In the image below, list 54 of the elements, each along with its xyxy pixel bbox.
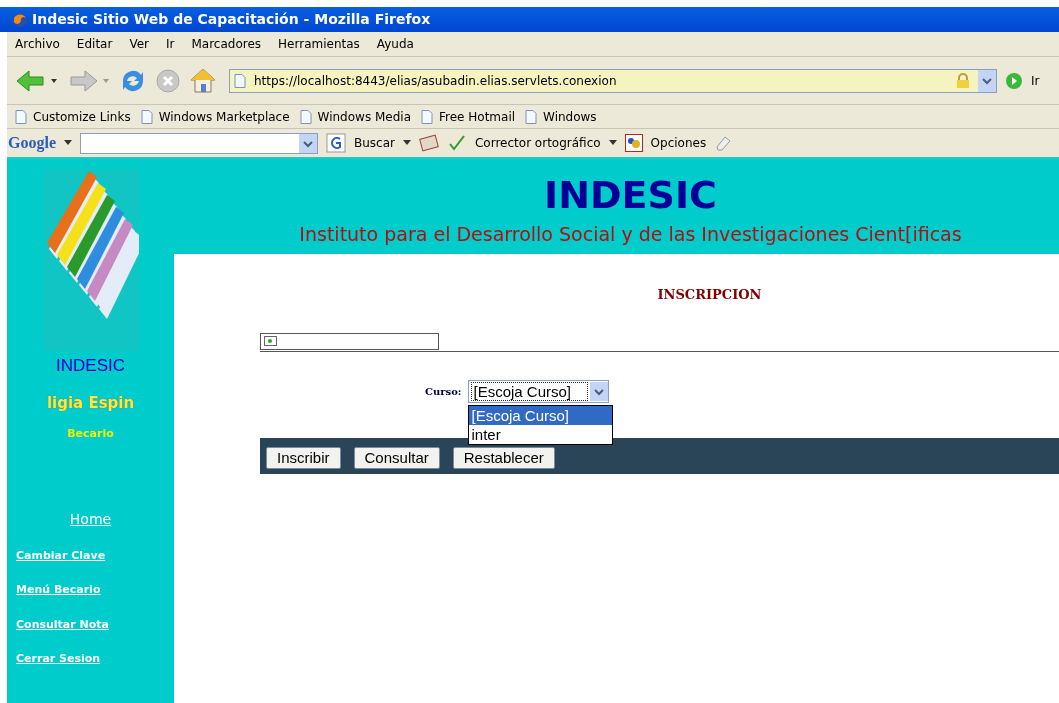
caret-icon[interactable] (64, 140, 72, 146)
window-title: Indesic Sitio Web de Capacitación - Mozilla Firefox (32, 10, 431, 29)
menu-item[interactable]: Ver (129, 35, 149, 53)
google-search-field[interactable] (80, 132, 318, 154)
go-icon[interactable] (1005, 71, 1023, 90)
page-icon (140, 109, 153, 124)
search-button[interactable]: Buscar (354, 134, 395, 152)
course-select[interactable]: [Escoja Curso] (467, 380, 609, 403)
menu-item[interactable]: Marcadores (191, 35, 262, 53)
eraser-icon[interactable] (714, 134, 733, 152)
form-button[interactable]: Consultar (353, 446, 440, 469)
stop-icon[interactable] (155, 67, 181, 94)
user-role: Becario (67, 426, 114, 442)
form-heading: INSCRIPCION (657, 286, 762, 304)
options-icon[interactable] (624, 134, 643, 152)
page-icon (299, 109, 312, 124)
logo-caption: INDESIC (56, 355, 125, 377)
address-bar[interactable]: https://localhost:8443/elias/asubadin.elias.servlets.conexion (229, 68, 997, 93)
caret-icon[interactable] (608, 140, 617, 146)
bookmark-link[interactable]: Windows (543, 107, 597, 126)
go-button[interactable]: Ir (1031, 71, 1040, 90)
spellcheck-icon[interactable] (447, 134, 467, 152)
user-name: ligia Espin (46, 392, 135, 414)
google-g-icon[interactable] (326, 133, 346, 153)
form-button[interactable]: Inscribir (266, 446, 341, 469)
dropdown-option[interactable]: inter (468, 425, 612, 444)
course-label: Curso: (425, 385, 462, 399)
url-text: https://localhost:8443/elias/asubadin.elias.servlets.conexion (254, 72, 618, 90)
site-subtitle: Instituto para el Desarrollo Social y de las Investigaciones Cient[ificas (299, 222, 962, 247)
menu-item[interactable]: Archivo (15, 35, 60, 53)
lock-icon (956, 72, 970, 89)
site-title: INDESIC (544, 174, 717, 216)
menu-item[interactable]: Herramientas (278, 35, 360, 53)
caret-icon[interactable] (403, 140, 411, 146)
back-arrow-icon[interactable] (15, 68, 59, 93)
menu-item[interactable]: Ir (166, 35, 175, 53)
form-button[interactable]: Restablecer (452, 446, 555, 469)
page-icon (421, 109, 433, 124)
bookmark-link[interactable]: Windows Media (317, 107, 411, 126)
home-icon[interactable] (189, 66, 217, 95)
page-icon (15, 109, 27, 124)
spellcheck-button[interactable]: Corrector ortográfico (475, 134, 601, 152)
bookmark-link[interactable]: Windows Marketplace (158, 107, 290, 126)
page-icon (234, 73, 246, 88)
bookmark-link[interactable]: Customize Links (33, 107, 131, 126)
dropdown-option[interactable]: [Escoja Curso] (468, 406, 612, 425)
google-logo[interactable]: Google (8, 131, 56, 155)
page-icon (525, 109, 538, 124)
menu-item[interactable]: Ayuda (376, 35, 414, 53)
broken-image-icon (264, 336, 278, 346)
options-button[interactable]: Opciones (650, 134, 707, 152)
bookmark-link[interactable]: Free Hotmail (439, 107, 516, 126)
menu-item[interactable]: Editar (76, 35, 113, 53)
forward-arrow-icon[interactable] (67, 68, 111, 93)
